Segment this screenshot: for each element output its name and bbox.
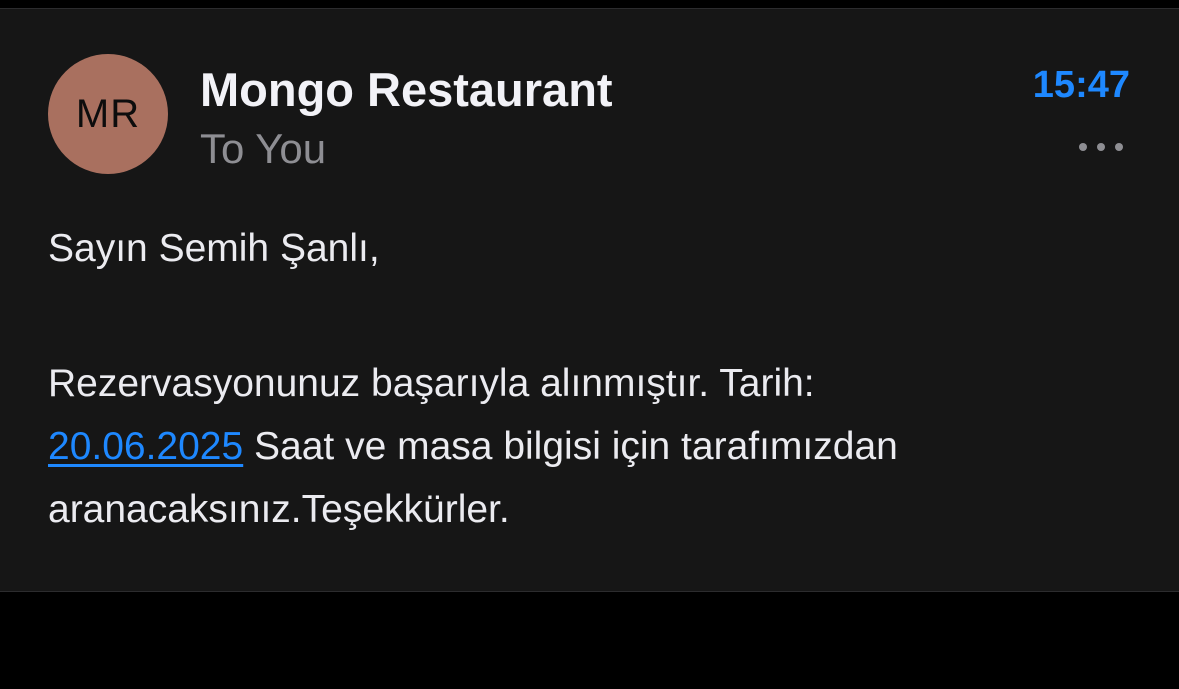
email-card: MR Mongo Restaurant To You 15:47 Sayın S…: [0, 8, 1179, 592]
more-horizontal-icon: [1079, 143, 1087, 151]
avatar-initials: MR: [75, 91, 141, 136]
email-body: Rezervasyonunuz başarıyla alınmıştır. Ta…: [48, 352, 1108, 541]
more-horizontal-icon: [1115, 143, 1123, 151]
sender-name[interactable]: Mongo Restaurant: [200, 62, 613, 117]
more-horizontal-icon: [1097, 143, 1105, 151]
recipient-line[interactable]: To You: [200, 125, 326, 173]
email-time: 15:47: [1032, 64, 1130, 106]
body-intro: Rezervasyonunuz başarıyla alınmıştır. Ta…: [48, 362, 815, 405]
avatar[interactable]: MR: [48, 54, 168, 174]
date-link[interactable]: 20.06.2025: [48, 425, 243, 468]
more-options-button[interactable]: [1079, 137, 1123, 157]
email-greeting: Sayın Semih Şanlı,: [48, 227, 380, 270]
